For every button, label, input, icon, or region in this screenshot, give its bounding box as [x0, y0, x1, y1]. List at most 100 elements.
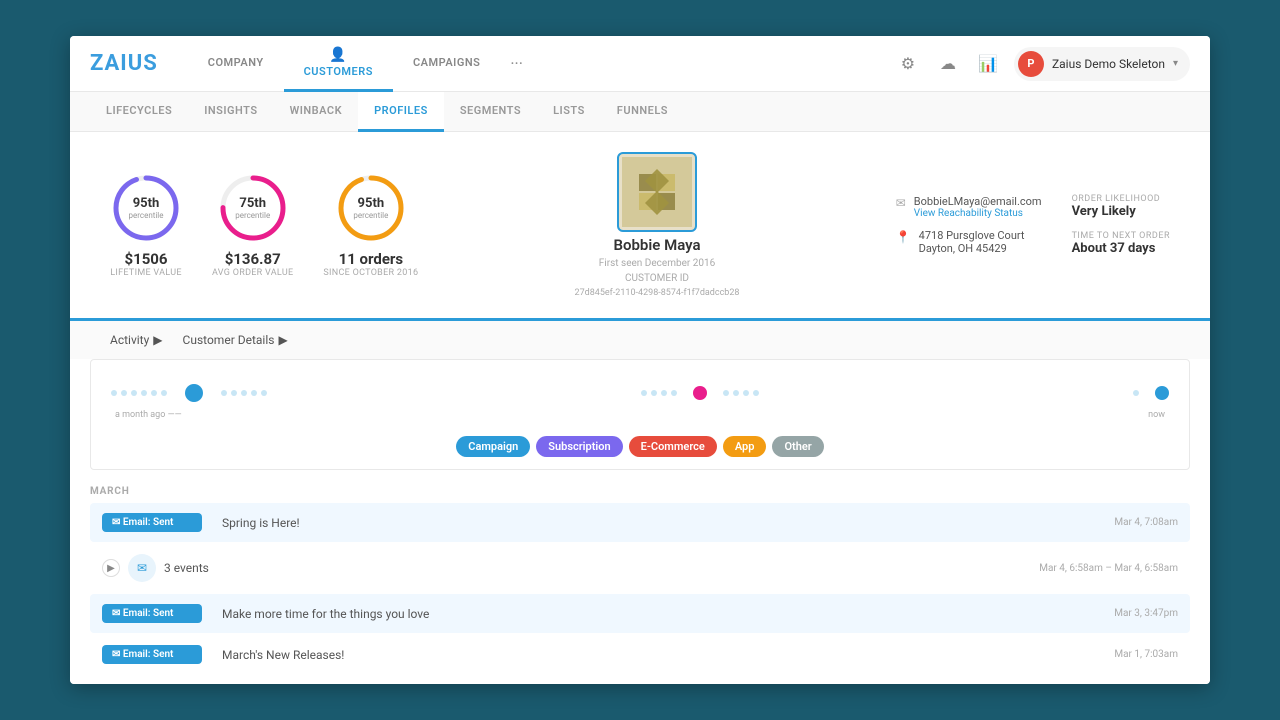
tab-activity-label: Activity	[110, 333, 149, 347]
profile-id-value: 27d845ef-2110-4298-8574-f1f7dadccb28	[575, 288, 740, 298]
event-row-2: ▶ ✉ 3 events Mar 4, 6:58am – Mar 4, 6:58…	[90, 544, 1190, 592]
stat-label-lifetime: LIFETIME VALUE	[110, 268, 182, 278]
stat-lifetime: 95th percentile $1506 LIFETIME VALUE	[110, 172, 182, 278]
nav-right: ⚙ ☁ 📊 P Zaius Demo Skeleton ▾	[894, 47, 1190, 81]
circle-sub-orders: percentile	[353, 211, 388, 220]
nav-more[interactable]: ···	[500, 54, 533, 73]
cloud-icon[interactable]: ☁	[934, 50, 962, 78]
event-desc-4: March's New Releases!	[222, 648, 1114, 662]
timeline-container: a month ago —— now Campaign Subscription…	[90, 359, 1190, 470]
nav-item-customers[interactable]: 👤 CUSTOMERS	[284, 36, 393, 92]
contact-city: Dayton, OH 45429	[919, 242, 1025, 255]
subnav-funnels[interactable]: FUNNELS	[601, 92, 684, 132]
email-icon: ✉	[896, 196, 906, 210]
circle-lifetime: 95th percentile	[110, 172, 182, 244]
nav-item-company[interactable]: COMPANY	[188, 36, 284, 92]
stat-avgorder: 75th percentile $136.87 AVG ORDER VALUE	[212, 172, 293, 278]
subnav-segments[interactable]: SEGMENTS	[444, 92, 537, 132]
timeline-dot-10	[251, 390, 257, 396]
profile-strip: 95th percentile $1506 LIFETIME VALUE 75t…	[70, 132, 1210, 321]
circle-orders: 95th percentile	[335, 172, 407, 244]
event-row-4: ✉ Email: Sent March's New Releases! Mar …	[90, 635, 1190, 674]
contact-email: BobbieLMaya@email.com	[914, 195, 1042, 208]
tab-details-label: Customer Details	[183, 333, 275, 347]
event-time-3: Mar 3, 3:47pm	[1114, 608, 1178, 619]
event-badge-1: ✉ Email: Sent	[102, 513, 202, 532]
stat-label-avgorder: AVG ORDER VALUE	[212, 268, 293, 278]
timeline-dot-7	[221, 390, 227, 396]
subnav-insights[interactable]: INSIGHTS	[188, 92, 273, 132]
month-label: MARCH	[90, 478, 1190, 503]
chart-icon[interactable]: 📊	[974, 50, 1002, 78]
nav-label-campaigns: CAMPAIGNS	[413, 56, 480, 69]
user-badge[interactable]: P Zaius Demo Skeleton ▾	[1014, 47, 1190, 81]
event-time-1: Mar 4, 7:08am	[1114, 517, 1178, 528]
top-nav: ZAIUS COMPANY 👤 CUSTOMERS CAMPAIGNS ··· …	[70, 36, 1210, 92]
timeline-dot-19	[753, 390, 759, 396]
timeline-dot-16	[723, 390, 729, 396]
expand-btn-2[interactable]: ▶	[102, 559, 120, 577]
timeline-dot-blue-end	[1155, 386, 1169, 400]
stat-label-orders: SINCE OCTOBER 2016	[323, 268, 418, 278]
subnav-profiles[interactable]: PROFILES	[358, 92, 444, 132]
filter-tags: Campaign Subscription E-Commerce App Oth…	[111, 428, 1169, 469]
timeline-dot-13	[651, 390, 657, 396]
tab-activity[interactable]: Activity ▶	[110, 333, 163, 347]
tab-activity-arrow: ▶	[153, 333, 162, 347]
circle-main-lifetime: 95th	[129, 196, 164, 211]
timeline-labels: a month ago —— now	[111, 410, 1169, 428]
timeline-dot-6	[161, 390, 167, 396]
profile-avatar	[617, 152, 697, 232]
filter-tag-other[interactable]: Other	[772, 436, 823, 457]
subnav-lists[interactable]: LISTS	[537, 92, 601, 132]
nav-item-campaigns[interactable]: CAMPAIGNS	[393, 36, 500, 92]
stat-value-lifetime: $1506	[124, 250, 167, 268]
stat-value-avgorder: $136.87	[225, 250, 281, 268]
nav-label-company: COMPANY	[208, 56, 264, 69]
timeline-label-left: a month ago ——	[115, 410, 182, 420]
timeline-label-right: now	[1148, 410, 1165, 420]
filter-tag-ecommerce[interactable]: E-Commerce	[629, 436, 717, 457]
timeline-dot-5	[151, 390, 157, 396]
timeline-dot-4	[141, 390, 147, 396]
event-count-label: 3 events	[164, 561, 209, 575]
tab-customer-details[interactable]: Customer Details ▶	[183, 333, 288, 347]
timeline-bar	[111, 376, 1169, 410]
order-likelihood-block: ORDER LIKELIHOOD Very Likely	[1072, 194, 1170, 219]
profile-id-label: CUSTOMER ID	[625, 273, 689, 284]
sub-nav: LIFECYCLES INSIGHTS WINBACK PROFILES SEG…	[70, 92, 1210, 132]
profile-avatar-svg	[622, 157, 692, 227]
contact-address-row: 📍 4718 Pursglove Court Dayton, OH 45429	[896, 229, 1042, 255]
circle-sub-avgorder: percentile	[235, 211, 270, 220]
settings-icon[interactable]: ⚙	[894, 50, 922, 78]
event-badge-4: ✉ Email: Sent	[102, 645, 202, 664]
logo[interactable]: ZAIUS	[90, 51, 158, 76]
event-badge-3: ✉ Email: Sent	[102, 604, 202, 623]
profile-seen: First seen December 2016	[599, 258, 715, 269]
timeline-dot-11	[261, 390, 267, 396]
events-section: MARCH ✉ Email: Sent Spring is Here! Mar …	[70, 470, 1210, 684]
user-chevron: ▾	[1173, 58, 1178, 69]
stat-orders: 95th percentile 11 orders SINCE OCTOBER …	[323, 172, 418, 278]
reachability-link[interactable]: View Reachability Status	[914, 208, 1042, 219]
event-row-3: ✉ Email: Sent Make more time for the thi…	[90, 594, 1190, 633]
profile-center: Bobbie Maya First seen December 2016 CUS…	[448, 152, 865, 298]
event-count-icon-2: ✉ 3 events	[128, 554, 228, 582]
subnav-winback[interactable]: WINBACK	[274, 92, 359, 132]
time-to-order-label: TIME TO NEXT ORDER	[1072, 231, 1170, 241]
timeline-dot-20	[1133, 390, 1139, 396]
event-time-2: Mar 4, 6:58am – Mar 4, 6:58am	[1039, 563, 1178, 574]
filter-tag-app[interactable]: App	[723, 436, 767, 457]
filter-tag-campaign[interactable]: Campaign	[456, 436, 530, 457]
timeline-dot-1	[111, 390, 117, 396]
subnav-lifecycles[interactable]: LIFECYCLES	[90, 92, 188, 132]
circle-main-avgorder: 75th	[235, 196, 270, 211]
activity-section: Activity ▶ Customer Details ▶	[70, 321, 1210, 684]
timeline-dot-15	[671, 390, 677, 396]
location-icon: 📍	[896, 230, 911, 244]
timeline-dot-9	[241, 390, 247, 396]
time-to-order-value: About 37 days	[1072, 241, 1170, 256]
timeline-dot-12	[641, 390, 647, 396]
order-likelihood-value: Very Likely	[1072, 204, 1170, 219]
filter-tag-subscription[interactable]: Subscription	[536, 436, 622, 457]
